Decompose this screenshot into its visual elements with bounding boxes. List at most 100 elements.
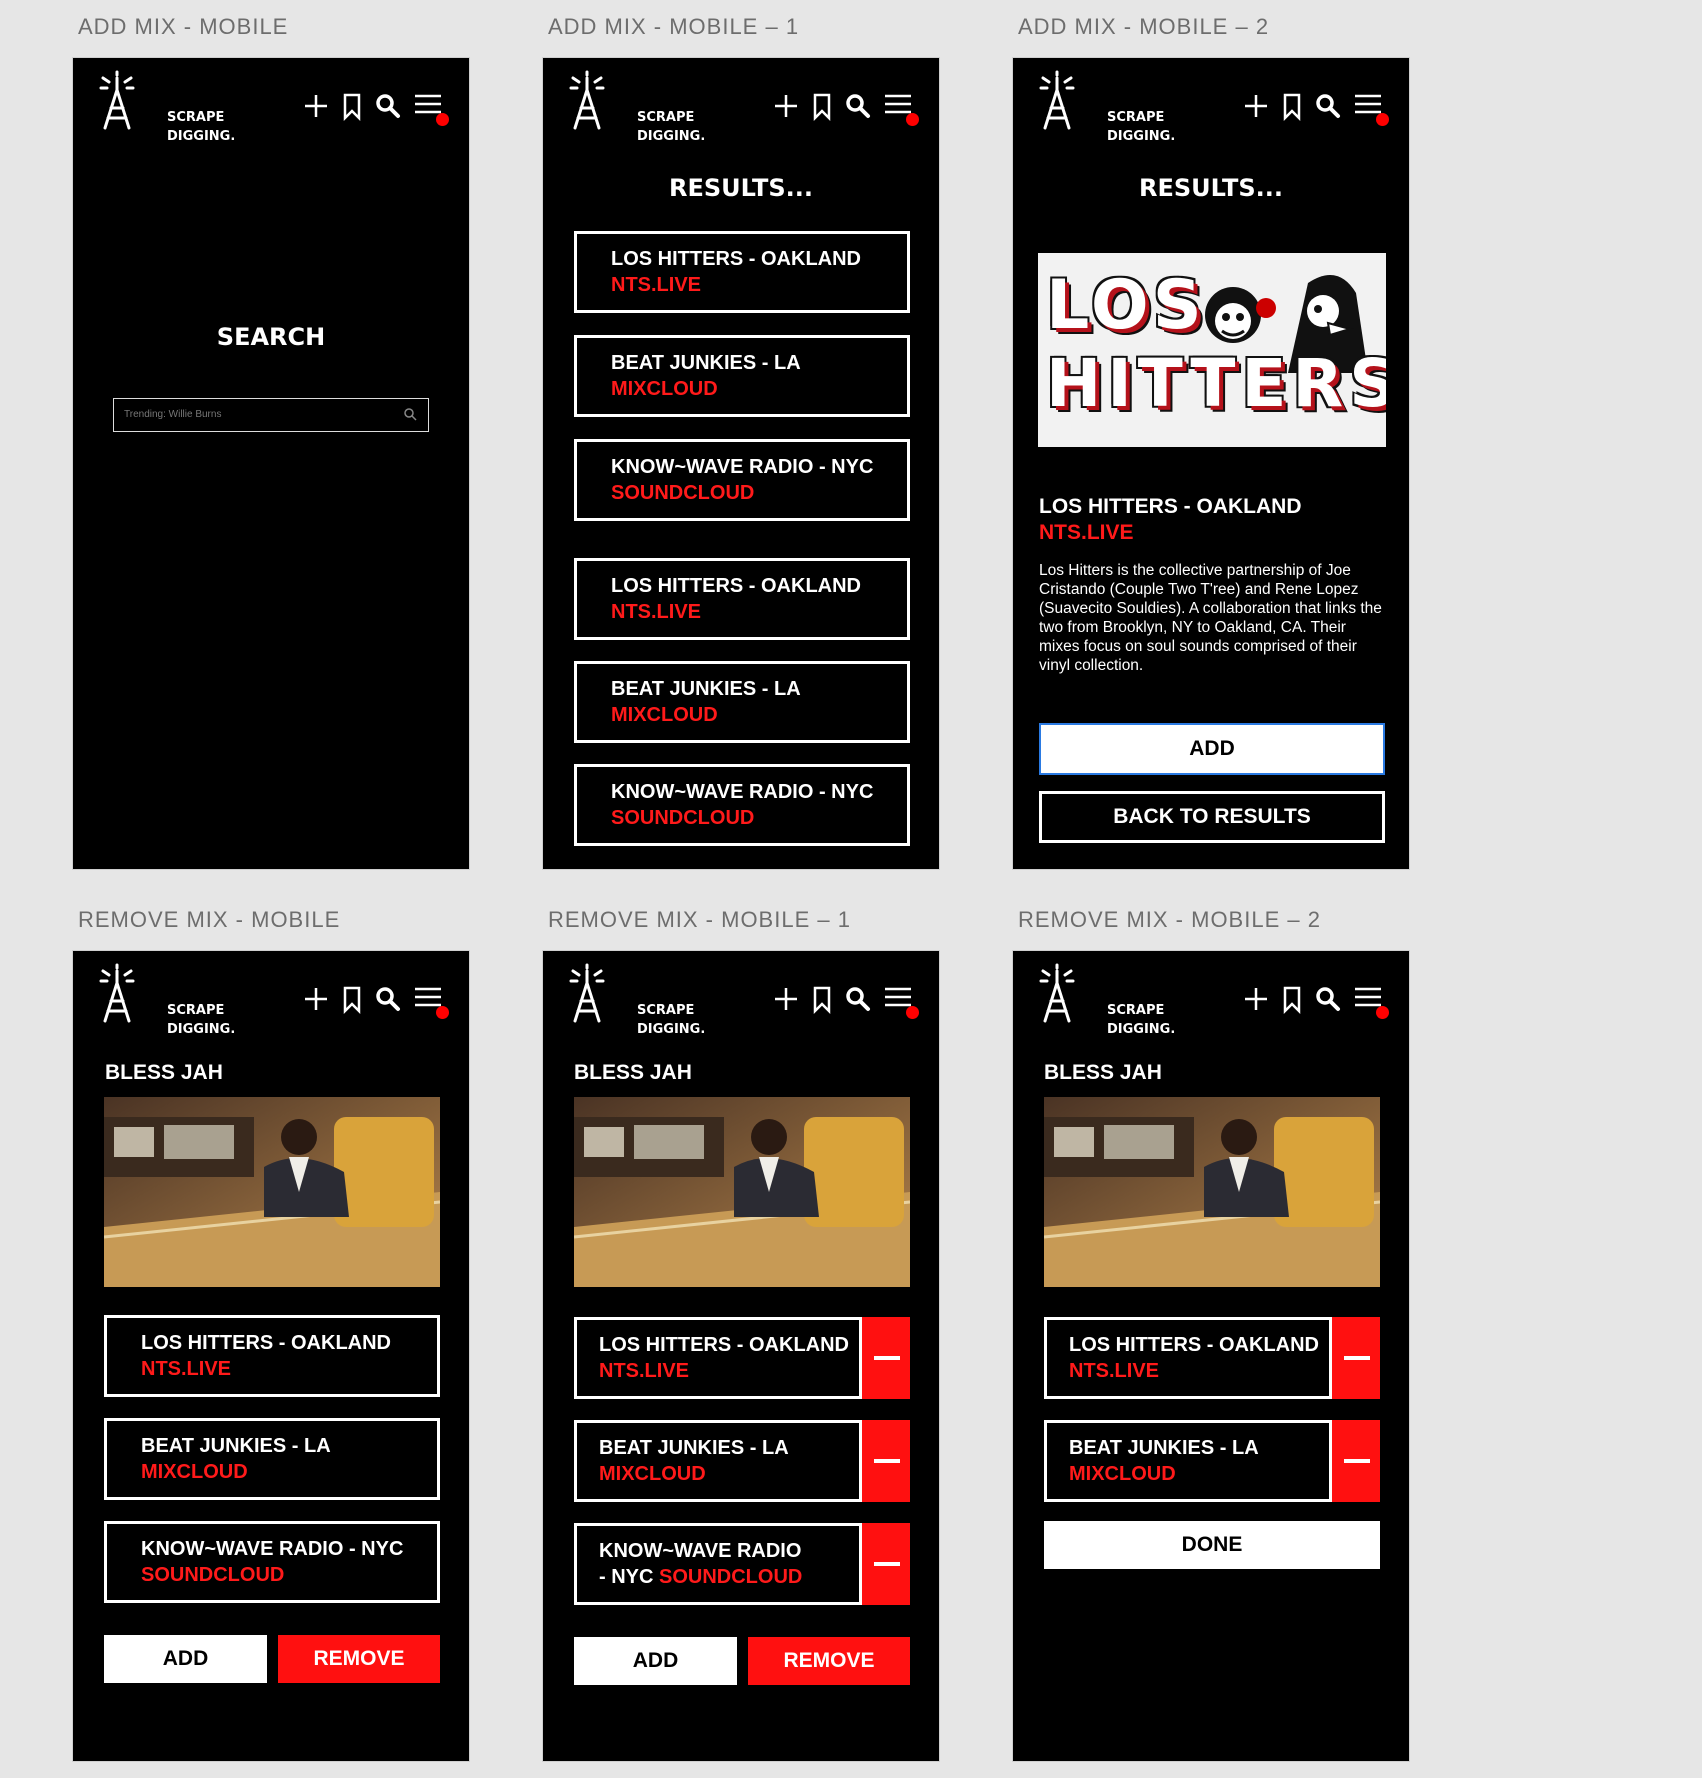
collection-mix-card[interactable]: LOS HITTERS - OAKLAND NTS.LIVE — [1044, 1317, 1332, 1399]
back-to-results-button[interactable]: BACK TO RESULTS — [1039, 791, 1385, 843]
bookmark-icon[interactable] — [1277, 984, 1307, 1015]
mix-name: BEAT JUNKIES - LA — [599, 1437, 789, 1459]
radio-tower-icon — [99, 70, 135, 130]
notification-dot — [436, 113, 449, 126]
bookmark-icon[interactable] — [337, 984, 367, 1015]
search-icon[interactable] — [1313, 984, 1343, 1014]
collection-photo — [1044, 1097, 1380, 1287]
search-input[interactable]: Trending: Willie Burns — [113, 398, 429, 432]
mix-name: KNOW~WAVE RADIO — [599, 1540, 802, 1562]
bookmark-icon[interactable] — [807, 984, 837, 1015]
artboard-label: ADD MIX - MOBILE — [78, 14, 289, 39]
brand-name: SCRAPE DIGGING. — [637, 1003, 706, 1037]
result-card[interactable]: BEAT JUNKIES - LA MIXCLOUD — [574, 335, 910, 417]
logo[interactable]: SCRAPE DIGGING. — [1037, 963, 1175, 1037]
logo[interactable]: SCRAPE DIGGING. — [567, 70, 705, 144]
mix-source: NTS.LIVE — [611, 601, 702, 623]
collection-title: BLESS JAH — [105, 1061, 223, 1084]
mix-description: Los Hitters is the collective partnershi… — [1039, 562, 1382, 674]
collection-mix-card[interactable]: LOS HITTERS - OAKLAND NTS.LIVE — [574, 1317, 862, 1399]
collection-photo — [104, 1097, 440, 1287]
collection-title: BLESS JAH — [574, 1061, 692, 1084]
radio-tower-icon — [1039, 70, 1075, 130]
notification-dot — [906, 1006, 919, 1019]
radio-tower-icon — [569, 963, 605, 1023]
plus-icon[interactable] — [301, 984, 331, 1014]
app-header: SCRAPE DIGGING. — [1013, 951, 1409, 1051]
logo-line-1: LOS — [1046, 266, 1206, 345]
plus-icon[interactable] — [771, 984, 801, 1014]
app-header: SCRAPE DIGGING. — [543, 58, 939, 158]
brand-name: SCRAPE DIGGING. — [637, 110, 706, 144]
logo[interactable]: SCRAPE DIGGING. — [97, 963, 235, 1037]
done-button[interactable]: DONE — [1044, 1521, 1380, 1569]
app-header: SCRAPE DIGGING. — [73, 951, 469, 1051]
collection-mix-card[interactable]: LOS HITTERS - OAKLAND NTS.LIVE — [104, 1315, 440, 1397]
collection-mix-card[interactable]: BEAT JUNKIES - LA MIXCLOUD — [104, 1418, 440, 1500]
search-icon[interactable] — [1313, 91, 1343, 121]
mix-source: NTS.LIVE — [1069, 1360, 1160, 1382]
remove-mix-button[interactable] — [862, 1317, 910, 1399]
result-card[interactable]: BEAT JUNKIES - LA MIXCLOUD — [574, 661, 910, 743]
result-card[interactable]: LOS HITTERS - OAKLAND NTS.LIVE — [574, 231, 910, 313]
mix-name: BEAT JUNKIES - LA — [1069, 1437, 1259, 1459]
notification-dot — [1376, 1006, 1389, 1019]
app-header: SCRAPE DIGGING. — [1013, 58, 1409, 158]
brand-name: SCRAPE DIGGING. — [167, 1003, 236, 1037]
bookmark-icon[interactable] — [1277, 91, 1307, 122]
collection-mix-card[interactable]: KNOW~WAVE RADIO - NYC SOUNDCLOUD — [104, 1521, 440, 1603]
plus-icon[interactable] — [771, 91, 801, 121]
notification-dot — [1376, 113, 1389, 126]
logo[interactable]: SCRAPE DIGGING. — [97, 70, 235, 144]
result-card[interactable]: KNOW~WAVE RADIO - NYC SOUNDCLOUD — [574, 439, 910, 521]
search-icon[interactable] — [373, 91, 403, 121]
plus-icon[interactable] — [1241, 91, 1271, 121]
artboard-label: ADD MIX - MOBILE – 2 — [1018, 14, 1270, 39]
mix-name: BEAT JUNKIES - LA — [141, 1435, 331, 1457]
logo[interactable]: SCRAPE DIGGING. — [567, 963, 705, 1037]
mix-name-wrap: - NYC SOUNDCLOUD — [599, 1566, 803, 1588]
search-icon[interactable] — [373, 984, 403, 1014]
notification-dot — [436, 1006, 449, 1019]
bookmark-icon[interactable] — [807, 91, 837, 122]
radio-tower-icon — [1039, 963, 1075, 1023]
result-card[interactable]: KNOW~WAVE RADIO - NYC SOUNDCLOUD — [574, 764, 910, 846]
bookmark-icon[interactable] — [337, 91, 367, 122]
mix-name: BEAT JUNKIES - LA — [611, 352, 801, 374]
phone-remove-mix: SCRAPE DIGGING. BLESS JAH LOS HITTERS - … — [72, 950, 470, 1762]
plus-icon[interactable] — [301, 91, 331, 121]
mix-name: KNOW~WAVE RADIO - NYC — [611, 456, 874, 478]
add-button[interactable]: ADD — [104, 1635, 267, 1683]
collection-photo — [574, 1097, 910, 1287]
search-icon[interactable] — [403, 407, 418, 422]
mix-name: LOS HITTERS - OAKLAND — [1039, 495, 1302, 518]
add-button[interactable]: ADD — [574, 1637, 737, 1685]
phone-add-mix-detail: SCRAPE DIGGING. RESULTS... LOS HITTERS L… — [1012, 57, 1410, 870]
add-button[interactable]: ADD — [1039, 723, 1385, 775]
collection-mix-card[interactable]: BEAT JUNKIES - LA MIXCLOUD — [574, 1420, 862, 1502]
remove-mix-button[interactable] — [1332, 1317, 1380, 1399]
remove-mix-button[interactable] — [1332, 1420, 1380, 1502]
remove-mix-button[interactable] — [862, 1523, 910, 1605]
collection-title: BLESS JAH — [1044, 1061, 1162, 1084]
plus-icon[interactable] — [1241, 984, 1271, 1014]
mix-source: MIXCLOUD — [599, 1463, 706, 1485]
search-icon[interactable] — [843, 984, 873, 1014]
mix-source: MIXCLOUD — [611, 378, 718, 400]
results-title: RESULTS... — [1139, 174, 1283, 202]
mix-name: LOS HITTERS - OAKLAND — [611, 575, 861, 597]
remove-button[interactable]: REMOVE — [278, 1635, 440, 1683]
mix-artwork: LOS HITTERS — [1038, 253, 1386, 447]
logo[interactable]: SCRAPE DIGGING. — [1037, 70, 1175, 144]
mix-source: MIXCLOUD — [611, 704, 718, 726]
app-header: SCRAPE DIGGING. — [543, 951, 939, 1051]
artboard-label: REMOVE MIX - MOBILE — [78, 907, 341, 932]
search-icon[interactable] — [843, 91, 873, 121]
collection-mix-card[interactable]: BEAT JUNKIES - LA MIXCLOUD — [1044, 1420, 1332, 1502]
remove-button[interactable]: REMOVE — [748, 1637, 910, 1685]
mix-source: NTS.LIVE — [611, 274, 702, 296]
remove-mix-button[interactable] — [862, 1420, 910, 1502]
phone-add-mix-results: SCRAPE DIGGING. RESULTS... LOS HITTERS - … — [542, 57, 940, 870]
collection-mix-card[interactable]: KNOW~WAVE RADIO - NYC SOUNDCLOUD — [574, 1523, 862, 1605]
result-card[interactable]: LOS HITTERS - OAKLAND NTS.LIVE — [574, 558, 910, 640]
